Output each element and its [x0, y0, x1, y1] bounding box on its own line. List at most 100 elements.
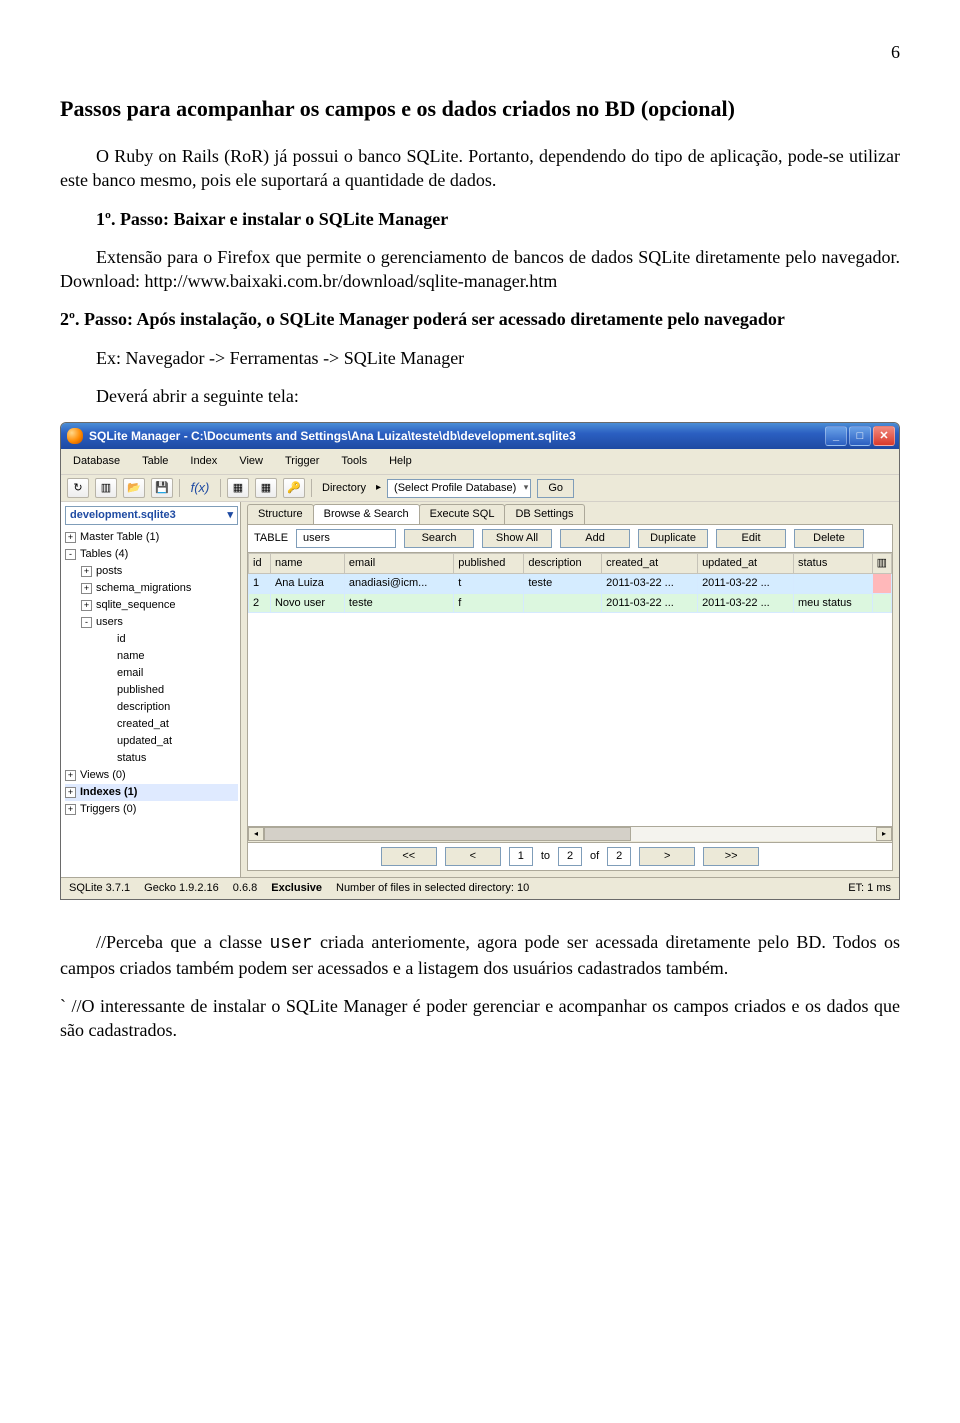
col-created-at[interactable]: created_at: [117, 716, 238, 733]
schema-tree: +Master Table (1) -Tables (4) +posts +sc…: [65, 529, 238, 818]
tab-settings[interactable]: DB Settings: [504, 504, 584, 524]
db-select[interactable]: development.sqlite3▾: [65, 506, 238, 525]
header-row: id name email published description crea…: [249, 553, 892, 573]
menu-view[interactable]: View: [235, 452, 267, 471]
caption: Deverá abrir a seguinte tela:: [60, 384, 900, 408]
menu-table[interactable]: Table: [138, 452, 172, 471]
tab-browse[interactable]: Browse & Search: [313, 504, 420, 524]
tree-tables[interactable]: -Tables (4) +posts +schema_migrations +s…: [65, 546, 238, 767]
db-name: development.sqlite3: [70, 508, 176, 523]
new-db-icon[interactable]: ▥: [95, 478, 117, 498]
paragraph: ` //O interessante de instalar o SQLite …: [60, 994, 900, 1043]
page-number: 6: [60, 40, 900, 64]
col-name[interactable]: name: [117, 648, 238, 665]
menu-index[interactable]: Index: [186, 452, 221, 471]
sidebar: development.sqlite3▾ +Master Table (1) -…: [61, 502, 241, 877]
page-total: 2: [607, 847, 631, 866]
col-published[interactable]: published: [117, 682, 238, 699]
grid-red-icon[interactable]: ▦: [255, 478, 277, 498]
of-label: of: [590, 849, 599, 864]
tree-master[interactable]: +Master Table (1): [65, 529, 238, 546]
browse-toolbar: TABLE users Search Show All Add Duplicat…: [247, 524, 893, 553]
showall-button[interactable]: Show All: [482, 529, 552, 548]
col-header-name[interactable]: name: [270, 553, 344, 573]
go-button[interactable]: Go: [537, 479, 574, 498]
save-icon[interactable]: 💾: [151, 478, 173, 498]
function-icon[interactable]: f(x): [186, 478, 214, 498]
status-files: Number of files in selected directory: 1…: [336, 881, 529, 896]
status-ext-ver: 0.6.8: [233, 881, 257, 896]
step-2: 2º. Passo: Após instalação, o SQLite Man…: [60, 307, 900, 331]
col-header-email[interactable]: email: [344, 553, 453, 573]
grid-icon[interactable]: ▦: [227, 478, 249, 498]
tree-triggers[interactable]: +Triggers (0): [65, 801, 238, 818]
maximize-button[interactable]: □: [849, 426, 871, 446]
key-icon[interactable]: 🔑: [283, 478, 305, 498]
status-bar: SQLite 3.7.1 Gecko 1.9.2.16 0.6.8 Exclus…: [61, 877, 899, 899]
table-row[interactable]: 1 Ana Luiza anadiasi@icm... t teste 2011…: [249, 573, 892, 593]
edit-button[interactable]: Edit: [716, 529, 786, 548]
col-header-published[interactable]: published: [454, 553, 524, 573]
horizontal-scrollbar[interactable]: ◂ ▸: [248, 826, 892, 842]
paragraph: Extensão para o Firefox que permite o ge…: [60, 245, 900, 294]
page-to[interactable]: 2: [558, 847, 582, 866]
menu-database[interactable]: Database: [69, 452, 124, 471]
scroll-thumb[interactable]: [264, 827, 631, 841]
col-header-description[interactable]: description: [524, 553, 602, 573]
col-status[interactable]: status: [117, 750, 238, 767]
paragraph: O Ruby on Rails (RoR) já possui o banco …: [60, 144, 900, 193]
tree-table-sequence[interactable]: +sqlite_sequence: [81, 597, 238, 614]
delete-button[interactable]: Delete: [794, 529, 864, 548]
col-header-id[interactable]: id: [249, 553, 271, 573]
sqlite-manager-window: SQLite Manager - C:\Documents and Settin…: [60, 422, 900, 899]
tab-execute[interactable]: Execute SQL: [419, 504, 506, 524]
scroll-right-icon[interactable]: ▸: [876, 827, 892, 841]
menu-bar: Database Table Index View Trigger Tools …: [61, 449, 899, 474]
col-header-created-at[interactable]: created_at: [602, 553, 698, 573]
table-label: TABLE: [254, 531, 288, 546]
profile-select[interactable]: (Select Profile Database): [387, 479, 531, 498]
tree-table-users[interactable]: -users id name email published descripti…: [81, 614, 238, 767]
first-page-button[interactable]: <<: [381, 847, 437, 866]
tree-table-schema[interactable]: +schema_migrations: [81, 580, 238, 597]
code-user: user: [269, 934, 312, 954]
col-description[interactable]: description: [117, 699, 238, 716]
col-header-status[interactable]: status: [793, 553, 872, 573]
col-updated-at[interactable]: updated_at: [117, 733, 238, 750]
duplicate-button[interactable]: Duplicate: [638, 529, 708, 548]
table-row[interactable]: 2 Novo user teste f 2011-03-22 ... 2011-…: [249, 593, 892, 613]
table-select[interactable]: users: [296, 529, 396, 548]
refresh-icon[interactable]: ↻: [67, 478, 89, 498]
col-header-updated-at[interactable]: updated_at: [698, 553, 794, 573]
prev-page-button[interactable]: <: [445, 847, 501, 866]
tree-indexes[interactable]: +Indexes (1): [65, 784, 238, 801]
menu-trigger[interactable]: Trigger: [281, 452, 323, 471]
tree-views[interactable]: +Views (0): [65, 767, 238, 784]
next-page-button[interactable]: >: [639, 847, 695, 866]
open-db-icon[interactable]: 📂: [123, 478, 145, 498]
pager: << < 1 to 2 of 2 > >>: [247, 843, 893, 871]
title-bar: SQLite Manager - C:\Documents and Settin…: [61, 423, 899, 449]
col-id[interactable]: id: [117, 631, 238, 648]
close-button[interactable]: ✕: [873, 426, 895, 446]
column-picker-icon[interactable]: ▥: [872, 553, 891, 573]
to-label: to: [541, 849, 550, 864]
tab-bar: Structure Browse & Search Execute SQL DB…: [241, 504, 899, 524]
tab-structure[interactable]: Structure: [247, 504, 314, 524]
scroll-left-icon[interactable]: ◂: [248, 827, 264, 841]
last-page-button[interactable]: >>: [703, 847, 759, 866]
col-email[interactable]: email: [117, 665, 238, 682]
window-title: SQLite Manager - C:\Documents and Settin…: [89, 428, 576, 444]
main-toolbar: ↻ ▥ 📂 💾 f(x) ▦ ▦ 🔑 Directory ▸ (Select P…: [61, 474, 899, 502]
status-sqlite-ver: SQLite 3.7.1: [69, 881, 130, 896]
tree-table-posts[interactable]: +posts: [81, 563, 238, 580]
status-mode: Exclusive: [271, 881, 322, 896]
step-1: 1º. Passo: Baixar e instalar o SQLite Ma…: [60, 207, 900, 231]
menu-tools[interactable]: Tools: [337, 452, 371, 471]
menu-help[interactable]: Help: [385, 452, 416, 471]
search-button[interactable]: Search: [404, 529, 474, 548]
page-from[interactable]: 1: [509, 847, 533, 866]
directory-arrow-icon[interactable]: ▸: [376, 481, 381, 495]
minimize-button[interactable]: _: [825, 426, 847, 446]
add-button[interactable]: Add: [560, 529, 630, 548]
